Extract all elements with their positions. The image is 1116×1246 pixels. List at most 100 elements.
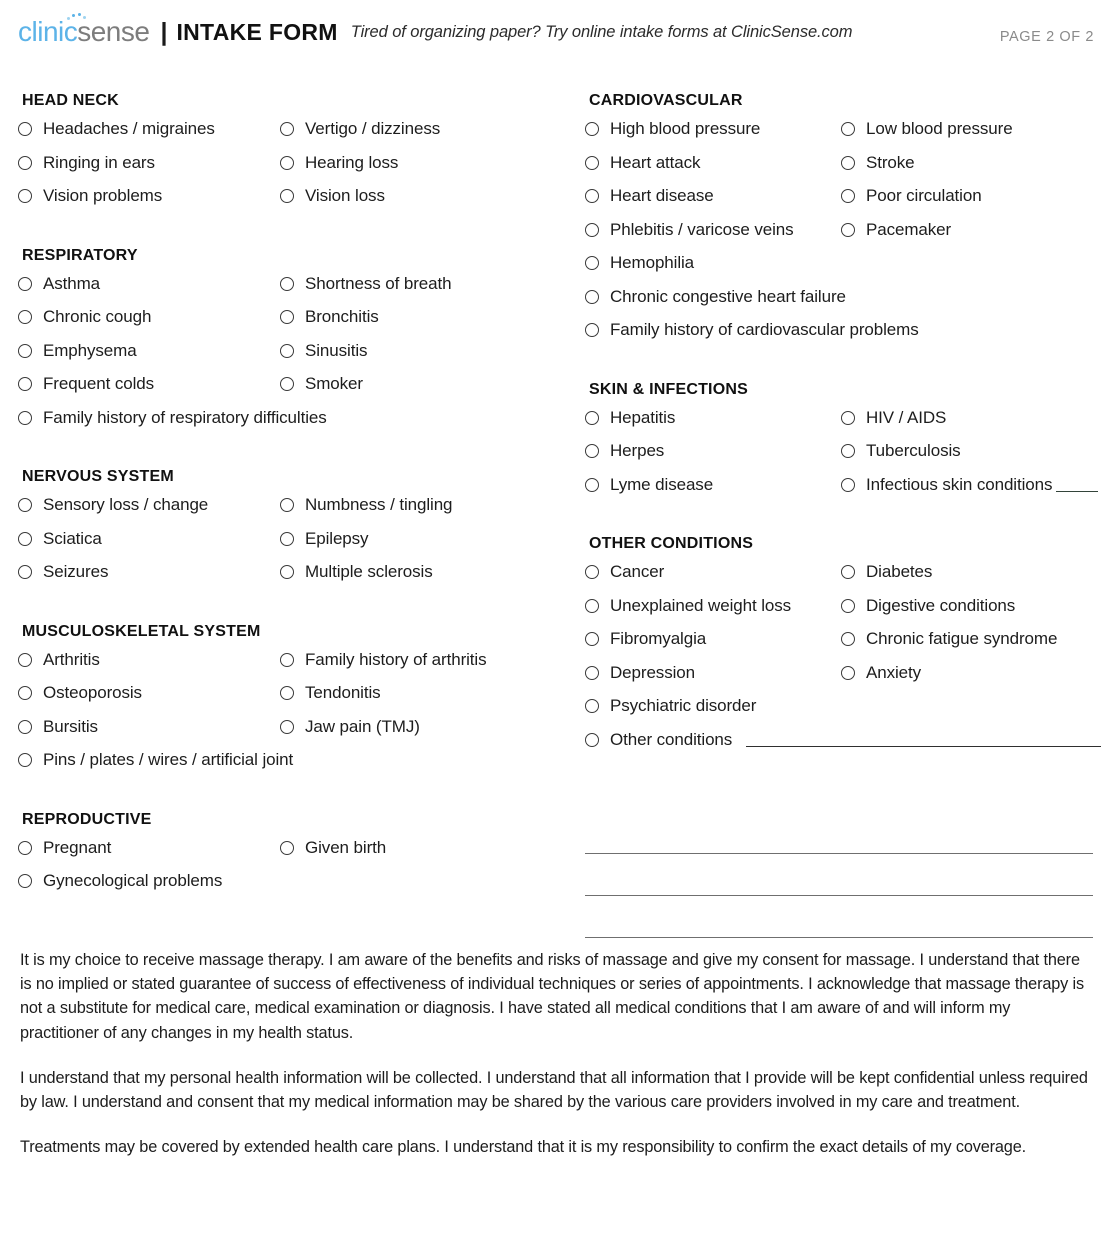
radio-circle-icon[interactable] (280, 652, 294, 667)
radio-circle-icon[interactable] (280, 686, 294, 700)
radio-circle-icon[interactable] (18, 874, 32, 888)
radio-circle-icon[interactable] (18, 565, 32, 579)
radio-circle-icon[interactable] (585, 699, 599, 713)
radio-circle-icon[interactable] (280, 310, 294, 324)
checkbox-option-tendonitis[interactable]: Tendonitis (280, 683, 381, 703)
checkbox-option-vision-problems[interactable]: Vision problems (18, 186, 280, 206)
radio-circle-icon[interactable] (585, 732, 599, 747)
checkbox-option-bursitis[interactable]: Bursitis (18, 717, 280, 737)
checkbox-option-smoker[interactable]: Smoker (280, 374, 363, 394)
radio-circle-icon[interactable] (280, 343, 294, 358)
radio-circle-icon[interactable] (585, 155, 599, 170)
checkbox-option-hiv-aids[interactable]: HIV / AIDS (841, 408, 946, 428)
radio-circle-icon[interactable] (585, 565, 599, 579)
radio-circle-icon[interactable] (18, 155, 32, 170)
checkbox-option-poor-circulation[interactable]: Poor circulation (841, 186, 982, 206)
radio-circle-icon[interactable] (18, 310, 32, 324)
checkbox-option-chronic-congestive-heart-failure[interactable]: Chronic congestive heart failure (585, 287, 846, 307)
checkbox-option-fibromyalgia[interactable]: Fibromyalgia (585, 629, 841, 649)
checkbox-option-pacemaker[interactable]: Pacemaker (841, 220, 951, 240)
infectious-skin-write-in[interactable] (1056, 475, 1099, 492)
checkbox-option-headaches-migraines[interactable]: Headaches / migraines (18, 119, 280, 139)
checkbox-option-high-blood-pressure[interactable]: High blood pressure (585, 119, 841, 139)
checkbox-option-epilepsy[interactable]: Epilepsy (280, 529, 369, 549)
radio-circle-icon[interactable] (280, 189, 294, 203)
radio-circle-icon[interactable] (18, 377, 32, 391)
checkbox-option-vertigo-dizziness[interactable]: Vertigo / dizziness (280, 119, 440, 139)
radio-circle-icon[interactable] (280, 840, 294, 855)
checkbox-option-sinusitis[interactable]: Sinusitis (280, 341, 368, 361)
checkbox-option-digestive-conditions[interactable]: Digestive conditions (841, 596, 1015, 616)
checkbox-option-chronic-cough[interactable]: Chronic cough (18, 307, 280, 327)
radio-circle-icon[interactable] (585, 598, 599, 613)
radio-circle-icon[interactable] (280, 377, 294, 391)
radio-circle-icon[interactable] (280, 276, 294, 291)
checkbox-option-heart-disease[interactable]: Heart disease (585, 186, 841, 206)
radio-circle-icon[interactable] (841, 598, 855, 613)
radio-circle-icon[interactable] (280, 498, 294, 512)
checkbox-option-hearing-loss[interactable]: Hearing loss (280, 153, 398, 173)
radio-circle-icon[interactable] (18, 189, 32, 203)
checkbox-option-given-birth[interactable]: Given birth (280, 838, 386, 858)
checkbox-option-stroke[interactable]: Stroke (841, 153, 915, 173)
checkbox-option-vision-loss[interactable]: Vision loss (280, 186, 385, 206)
checkbox-option-multiple-sclerosis[interactable]: Multiple sclerosis (280, 562, 433, 582)
radio-circle-icon[interactable] (585, 256, 599, 270)
checkbox-option-jaw-pain-tmj[interactable]: Jaw pain (TMJ) (280, 717, 420, 737)
radio-circle-icon[interactable] (18, 410, 32, 425)
checkbox-option-low-blood-pressure[interactable]: Low blood pressure (841, 119, 1013, 139)
checkbox-option-emphysema[interactable]: Emphysema (18, 341, 280, 361)
checkbox-option-lyme-disease[interactable]: Lyme disease (585, 475, 841, 495)
checkbox-option-family-history-of-respiratory-difficulties[interactable]: Family history of respiratory difficulti… (18, 408, 327, 428)
other-conditions-write-in[interactable] (746, 730, 1101, 747)
radio-circle-icon[interactable] (18, 719, 32, 734)
radio-circle-icon[interactable] (18, 498, 32, 512)
checkbox-option-pregnant[interactable]: Pregnant (18, 838, 280, 858)
radio-circle-icon[interactable] (280, 531, 294, 546)
checkbox-option-hemophilia[interactable]: Hemophilia (585, 253, 694, 273)
checkbox-option-arthritis[interactable]: Arthritis (18, 650, 280, 670)
checkbox-option-frequent-colds[interactable]: Frequent colds (18, 374, 280, 394)
checkbox-option-unexplained-weight-loss[interactable]: Unexplained weight loss (585, 596, 841, 616)
radio-circle-icon[interactable] (585, 222, 599, 237)
radio-circle-icon[interactable] (841, 155, 855, 170)
checkbox-option-heart-attack[interactable]: Heart attack (585, 153, 841, 173)
checkbox-option-shortness-of-breath[interactable]: Shortness of breath (280, 274, 452, 294)
radio-circle-icon[interactable] (585, 323, 599, 337)
radio-circle-icon[interactable] (280, 155, 294, 170)
radio-circle-icon[interactable] (280, 719, 294, 734)
radio-circle-icon[interactable] (841, 444, 855, 458)
radio-circle-icon[interactable] (841, 122, 855, 136)
checkbox-option-family-history-of-arthritis[interactable]: Family history of arthritis (280, 650, 487, 670)
checkbox-option-seizures[interactable]: Seizures (18, 562, 280, 582)
radio-circle-icon[interactable] (841, 665, 855, 680)
checkbox-option-psychiatric-disorder[interactable]: Psychiatric disorder (585, 696, 756, 716)
checkbox-option-chronic-fatigue-syndrome[interactable]: Chronic fatigue syndrome (841, 629, 1057, 649)
radio-circle-icon[interactable] (280, 565, 294, 579)
radio-circle-icon[interactable] (585, 289, 599, 304)
radio-circle-icon[interactable] (841, 565, 855, 579)
radio-circle-icon[interactable] (18, 122, 32, 136)
checkbox-option-sensory-loss-change[interactable]: Sensory loss / change (18, 495, 280, 515)
checkbox-option-other-conditions[interactable]: Other conditions (585, 730, 732, 750)
radio-circle-icon[interactable] (585, 410, 599, 425)
radio-circle-icon[interactable] (841, 477, 855, 492)
checkbox-option-sciatica[interactable]: Sciatica (18, 529, 280, 549)
radio-circle-icon[interactable] (841, 222, 855, 237)
checkbox-option-osteoporosis[interactable]: Osteoporosis (18, 683, 280, 703)
radio-circle-icon[interactable] (585, 444, 599, 458)
write-in-line[interactable] (585, 896, 1093, 938)
radio-circle-icon[interactable] (585, 122, 599, 136)
checkbox-option-bronchitis[interactable]: Bronchitis (280, 307, 379, 327)
radio-circle-icon[interactable] (841, 632, 855, 646)
radio-circle-icon[interactable] (18, 343, 32, 358)
checkbox-option-family-history-of-cardiovascular-problems[interactable]: Family history of cardiovascular problem… (585, 320, 919, 340)
checkbox-option-cancer[interactable]: Cancer (585, 562, 841, 582)
write-in-line[interactable] (585, 854, 1093, 896)
checkbox-option-asthma[interactable]: Asthma (18, 274, 280, 294)
write-in-line[interactable] (585, 812, 1093, 854)
radio-circle-icon[interactable] (585, 477, 599, 492)
checkbox-option-ringing-in-ears[interactable]: Ringing in ears (18, 153, 280, 173)
radio-circle-icon[interactable] (18, 840, 32, 855)
radio-circle-icon[interactable] (18, 686, 32, 700)
